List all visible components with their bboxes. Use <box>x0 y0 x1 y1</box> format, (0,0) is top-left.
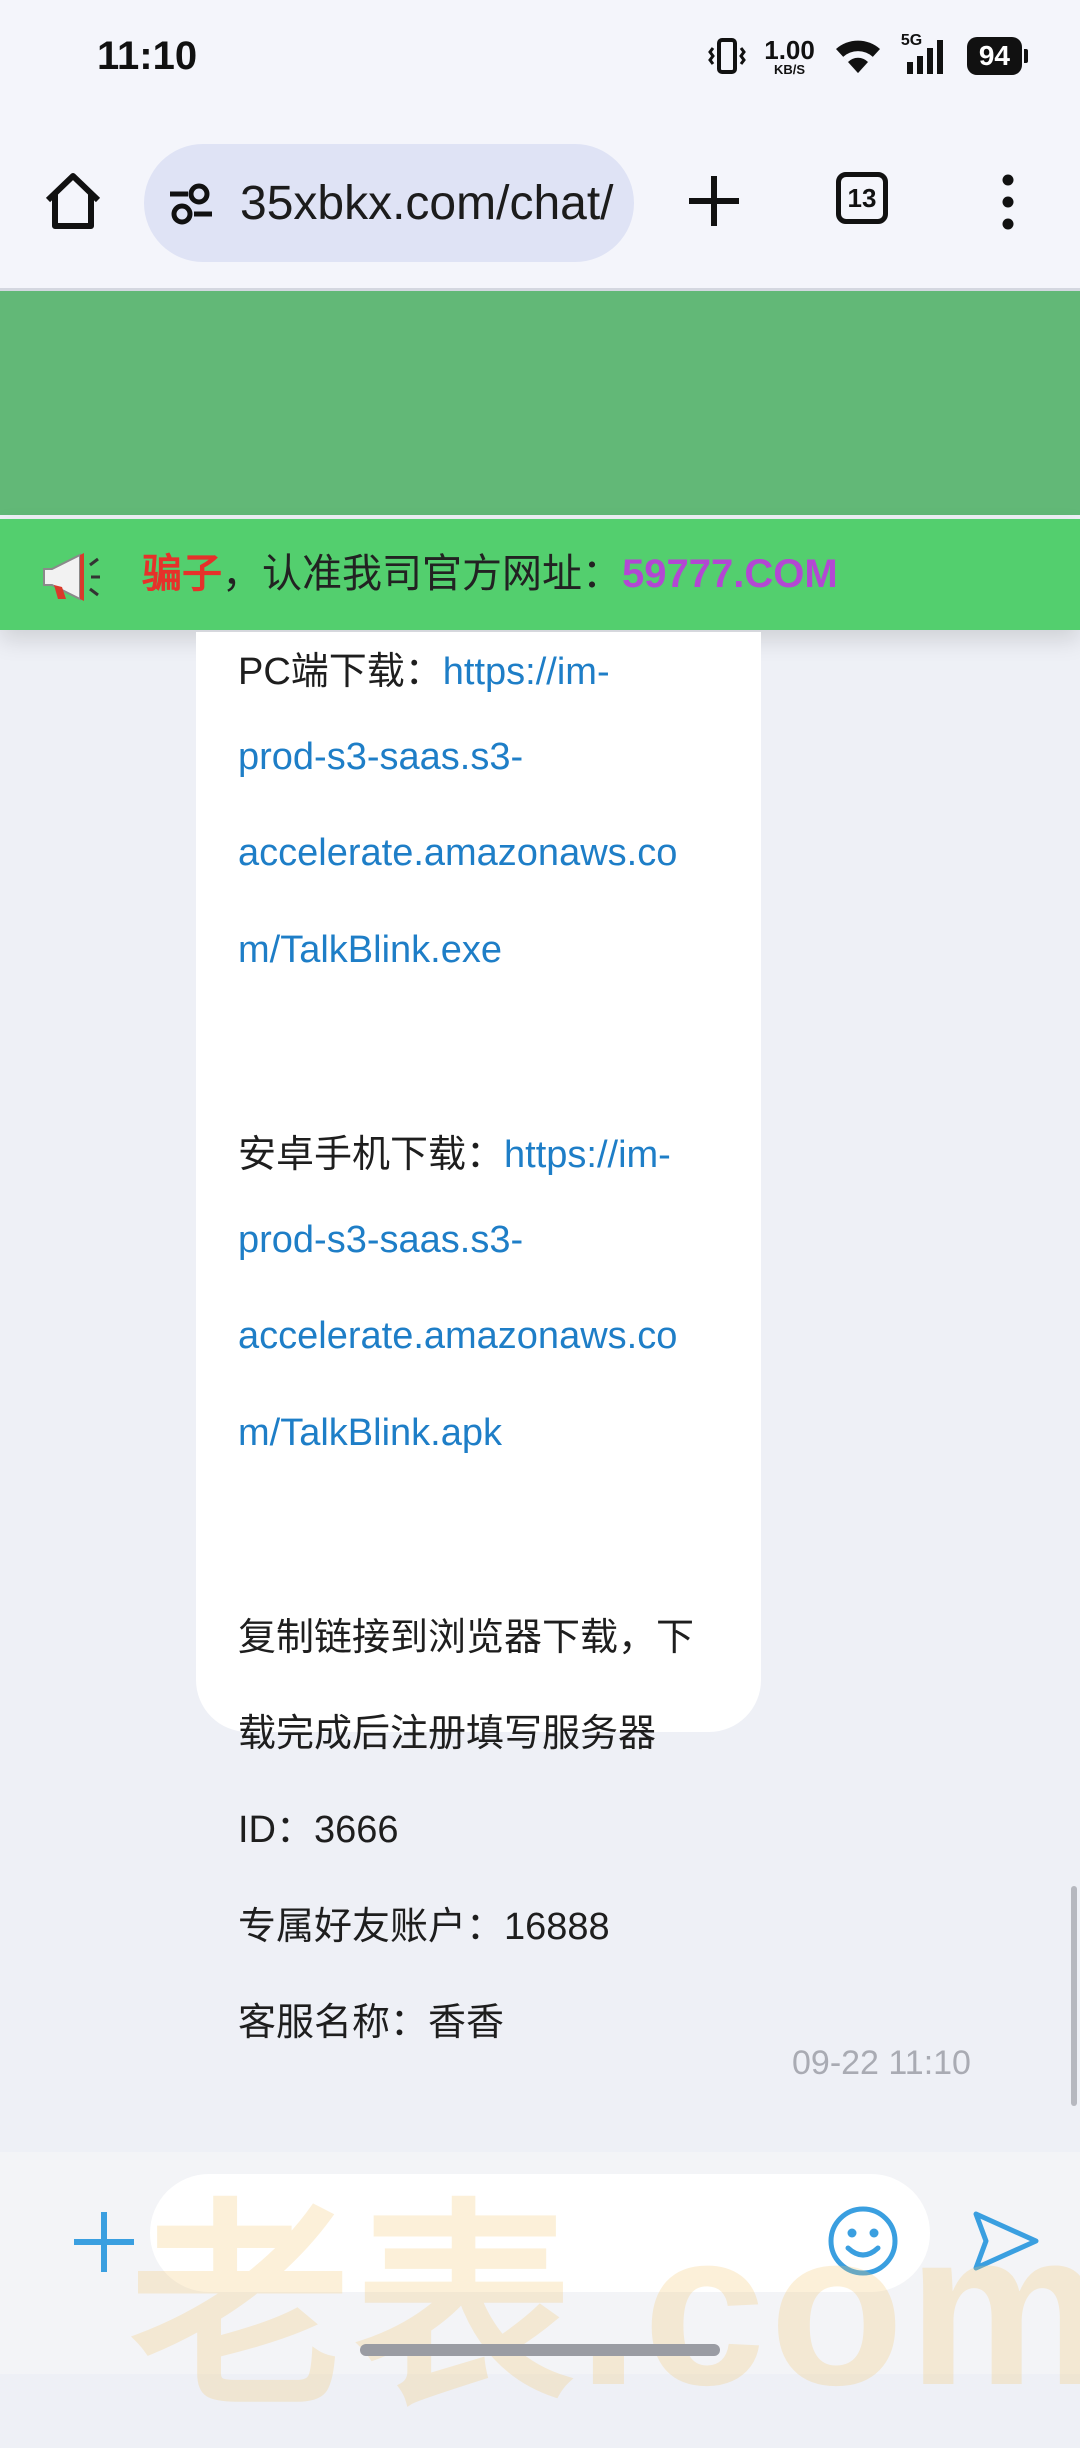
net-speed-unit: KB/S <box>774 61 806 77</box>
notice-banner: 骗子，认准我司官方网址：59777.COM <box>0 519 1080 630</box>
battery-icon: 94 <box>966 37 1029 75</box>
megaphone-icon <box>43 553 100 601</box>
wifi-icon <box>835 40 880 73</box>
android-download-line: 安卓手机下载：https://im- <box>238 1123 671 1178</box>
net-speed: 1.00 KB/S <box>764 37 815 76</box>
plus-icon[interactable] <box>68 2206 140 2278</box>
status-bar: 11:10 1.00 KB/S 5G 94 <box>0 0 1080 120</box>
net-speed-value: 1.00 <box>764 34 815 65</box>
address-bar[interactable]: 35xbkx.com/chat/ <box>144 144 634 262</box>
home-icon[interactable] <box>40 168 106 234</box>
input-bar <box>0 2152 1080 2374</box>
browser-toolbar: 35xbkx.com/chat/ 13 <box>0 120 1080 291</box>
friend-account-text: 专属好友账户：16888 <box>238 1906 610 1948</box>
chat-header <box>0 291 1080 515</box>
instruction-text: 复制链接到浏览器下载，下 <box>238 1617 695 1659</box>
pc-download-label: PC端下载： <box>238 651 443 693</box>
message-bubble: PC端下载：https://im- prod-s3-saas.s3- accel… <box>196 632 761 2044</box>
pc-download-link[interactable]: accelerate.amazonaws.co <box>238 832 677 875</box>
plus-icon[interactable] <box>683 170 745 232</box>
signal-icon: 5G <box>901 32 949 76</box>
android-download-link[interactable]: https://im- <box>504 1134 671 1176</box>
service-name-text: 客服名称：香香 <box>238 2002 505 2044</box>
message-input[interactable] <box>150 2174 930 2292</box>
send-icon[interactable] <box>970 2206 1042 2276</box>
message-timestamp: 09-22 11:10 <box>792 2044 971 2082</box>
vibrate-icon <box>708 38 747 74</box>
notice-text: 骗子，认准我司官方网址：59777.COM <box>142 541 838 599</box>
home-indicator[interactable] <box>360 2344 720 2356</box>
android-download-link[interactable]: prod-s3-saas.s3- <box>238 1219 523 1262</box>
status-icons: 1.00 KB/S 5G 94 <box>708 32 1029 76</box>
android-download-label: 安卓手机下载： <box>238 1134 505 1176</box>
tabs-icon[interactable]: 13 <box>836 172 888 224</box>
url-text[interactable]: 35xbkx.com/chat/ <box>240 176 614 231</box>
more-vert-icon[interactable] <box>996 172 1020 232</box>
tab-count: 13 <box>847 182 877 213</box>
android-download-link[interactable]: m/TalkBlink.apk <box>238 1412 502 1455</box>
notice-warning: 骗子 <box>142 552 222 596</box>
pc-download-link[interactable]: prod-s3-saas.s3- <box>238 736 523 779</box>
instruction-text: 载完成后注册填写服务器 <box>238 1713 657 1755</box>
scrollbar[interactable] <box>1071 1886 1077 2106</box>
emoji-icon[interactable] <box>826 2204 900 2278</box>
android-download-link[interactable]: accelerate.amazonaws.co <box>238 1315 677 1358</box>
chat-area[interactable]: PC端下载：https://im- prod-s3-saas.s3- accel… <box>0 632 1080 2152</box>
tune-icon[interactable] <box>168 182 214 226</box>
pc-download-link[interactable]: m/TalkBlink.exe <box>238 929 502 972</box>
pc-download-line: PC端下载：https://im- <box>238 640 610 695</box>
notice-message: ，认准我司官方网址： <box>222 552 622 596</box>
status-time: 11:10 <box>97 34 198 78</box>
pc-download-link[interactable]: https://im- <box>443 651 610 693</box>
notice-domain[interactable]: 59777.COM <box>622 552 838 596</box>
server-id-text: ID：3666 <box>238 1809 399 1851</box>
